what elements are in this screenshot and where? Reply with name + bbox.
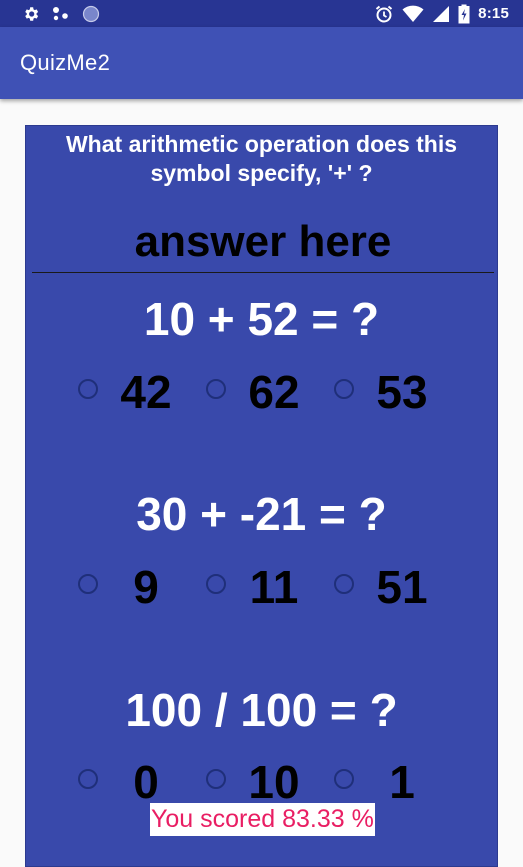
option-row-3: 0 10 1 [26, 754, 497, 810]
circle-icon [82, 5, 100, 23]
gear-icon [22, 5, 40, 23]
radio-button[interactable] [206, 769, 226, 789]
radio-button[interactable] [334, 769, 354, 789]
option-radio[interactable]: 42 [78, 364, 188, 420]
radio-button[interactable] [78, 379, 98, 399]
equation-2: 30 + -21 = ? [136, 488, 387, 540]
option-radio[interactable]: 0 [78, 754, 188, 810]
status-bar-left-icons [22, 3, 100, 24]
battery-charging-icon [458, 4, 470, 24]
option-row-1: 42 62 53 [26, 364, 497, 420]
option-label: 62 [248, 366, 300, 418]
score-toast: You scored 83.33 % [150, 803, 375, 836]
radio-button[interactable] [334, 379, 354, 399]
wifi-icon [402, 5, 424, 23]
equation-1: 10 + 52 = ? [143, 293, 380, 345]
alarm-icon [374, 4, 394, 24]
dots-icon [52, 5, 70, 23]
option-radio[interactable]: 11 [206, 559, 316, 615]
status-bar: 8:15 [0, 0, 523, 27]
option-label: 42 [120, 366, 172, 418]
app-bar: QuizMe2 [0, 27, 523, 99]
option-radio[interactable]: 51 [334, 559, 444, 615]
quiz-card: What arithmetic operation does this symb… [25, 125, 498, 867]
option-radio[interactable]: 1 [334, 754, 444, 810]
status-bar-right-icons: 8:15 [374, 3, 509, 24]
app-title: QuizMe2 [20, 50, 111, 75]
radio-button[interactable] [206, 379, 226, 399]
option-label: 9 [133, 561, 159, 613]
status-bar-time: 8:15 [478, 5, 509, 22]
option-radio[interactable]: 10 [206, 754, 316, 810]
option-radio[interactable]: 53 [334, 364, 444, 420]
option-row-2: 9 11 51 [26, 559, 497, 615]
question-text: What arithmetic operation does this symb… [65, 131, 458, 186]
radio-button[interactable] [206, 574, 226, 594]
answer-input[interactable] [32, 212, 494, 273]
radio-button[interactable] [78, 769, 98, 789]
cell-signal-icon [432, 5, 450, 23]
option-label: 1 [389, 756, 415, 808]
option-label: 11 [249, 561, 299, 613]
option-label: 0 [133, 756, 159, 808]
option-label: 53 [376, 366, 428, 418]
option-label: 10 [248, 756, 300, 808]
radio-button[interactable] [334, 574, 354, 594]
equation-3: 100 / 100 = ? [125, 684, 398, 736]
radio-button[interactable] [78, 574, 98, 594]
option-label: 51 [376, 561, 428, 613]
option-radio[interactable]: 9 [78, 559, 188, 615]
option-radio[interactable]: 62 [206, 364, 316, 420]
